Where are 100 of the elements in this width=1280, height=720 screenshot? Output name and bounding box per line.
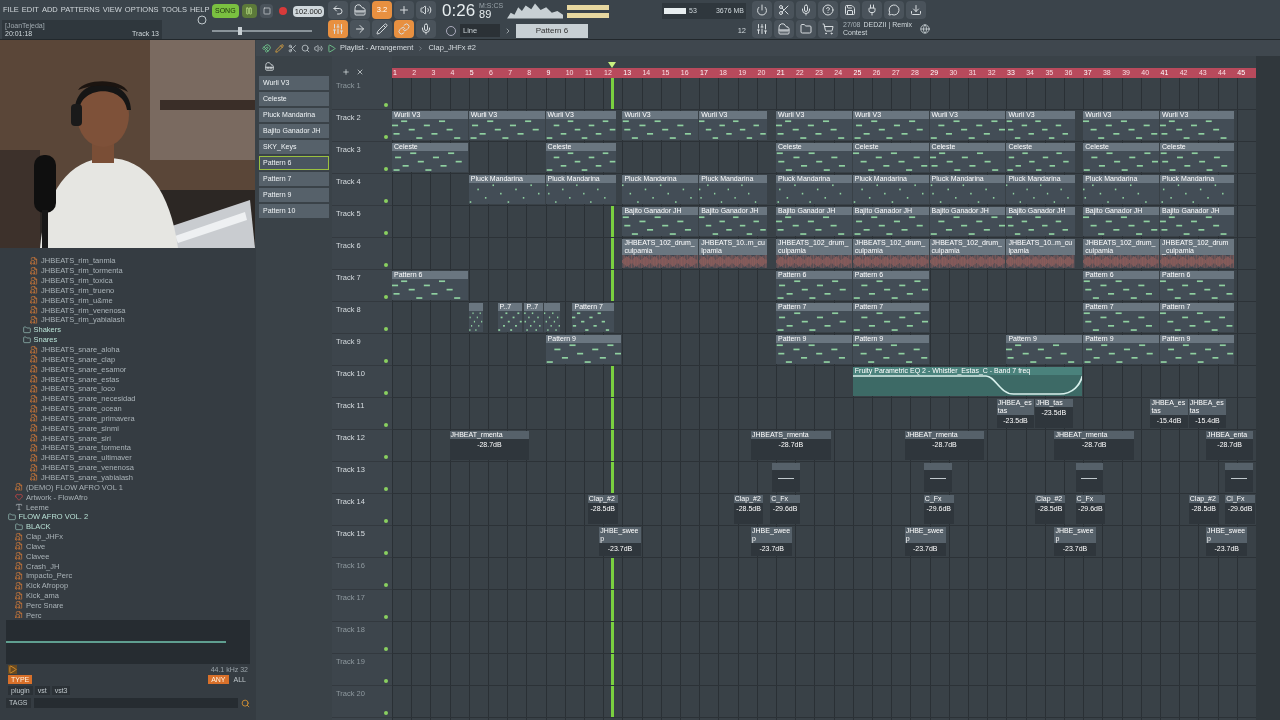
- folder-icon: [22, 325, 31, 334]
- notes-drawing: [699, 119, 768, 140]
- notes-drawing: [468, 311, 484, 332]
- arrow-button[interactable]: [350, 20, 370, 39]
- save-icon: [844, 3, 856, 16]
- mixer-icon: [756, 23, 768, 36]
- record-icon: [279, 7, 288, 16]
- pattern-selector[interactable]: Pattern 6: [516, 23, 588, 38]
- sample-clip[interactable]: [1225, 463, 1254, 492]
- speaker-icon[interactable]: [314, 43, 323, 53]
- vertical-scrollbar[interactable]: [1256, 56, 1280, 720]
- add-track-icon[interactable]: [342, 68, 350, 76]
- link-button[interactable]: [394, 20, 414, 39]
- pencil-icon[interactable]: [275, 43, 284, 53]
- notes-drawing: [545, 151, 616, 172]
- pencil-button[interactable]: [372, 20, 392, 39]
- play-icon[interactable]: [8, 665, 17, 674]
- close-icon[interactable]: [356, 68, 364, 76]
- magnet-icon[interactable]: [262, 43, 271, 53]
- pencil-icon: [376, 23, 388, 36]
- master-pitch-slider[interactable]: [212, 26, 312, 35]
- playhead-line[interactable]: [610, 78, 614, 110]
- playhead-line[interactable]: [610, 206, 614, 302]
- mixer-button[interactable]: [752, 20, 772, 39]
- save-button[interactable]: [840, 0, 860, 19]
- sample-line-drawing: [778, 478, 795, 479]
- slider-thumb[interactable]: [237, 26, 242, 35]
- text-file-icon: [15, 503, 23, 511]
- download-button[interactable]: [906, 0, 926, 19]
- audio-file-icon: [15, 483, 23, 492]
- help-icon: [822, 3, 834, 16]
- mic-button[interactable]: [416, 20, 436, 39]
- piano-icon: [778, 23, 790, 36]
- notes-drawing: [524, 311, 543, 332]
- keyboard-button[interactable]: [350, 0, 370, 19]
- waveform-drawing: [1006, 255, 1075, 268]
- plug-icon: [866, 3, 878, 16]
- power-icon: [756, 3, 768, 16]
- piano-icon[interactable]: [265, 61, 274, 71]
- arrow-icon: [354, 23, 366, 36]
- sample-clip[interactable]: [772, 463, 800, 492]
- scissors-icon: [778, 3, 790, 16]
- pattern-clip[interactable]: [543, 303, 560, 332]
- level-meter-drawing: [567, 4, 610, 18]
- notes-drawing: [545, 119, 616, 140]
- sample-line-drawing: [1081, 478, 1098, 479]
- playhead-line[interactable]: [610, 558, 614, 718]
- cart-icon: [822, 23, 834, 36]
- sliders-button[interactable]: [328, 20, 348, 39]
- folder-icon: [22, 335, 31, 344]
- loop-icon: [332, 3, 344, 16]
- play-icon[interactable]: [327, 43, 336, 53]
- search-icon[interactable]: [241, 698, 250, 708]
- piano-button[interactable]: [774, 20, 794, 39]
- keyboard-icon: [354, 3, 366, 16]
- folder-button[interactable]: [796, 20, 816, 39]
- time-display: 0:26: [442, 2, 476, 21]
- waveform-drawing: [699, 255, 768, 268]
- folder-icon: [7, 512, 16, 521]
- heart-icon: [15, 493, 23, 502]
- pause-button[interactable]: [241, 4, 257, 19]
- mic-icon: [420, 23, 432, 36]
- stop-icon: [262, 7, 271, 16]
- download-icon: [910, 3, 922, 16]
- loop-button[interactable]: [328, 0, 348, 19]
- cpu-graph-icon: [664, 7, 686, 14]
- oscilloscope-drawing: [507, 3, 564, 20]
- power-button[interactable]: [752, 0, 772, 19]
- link-icon: [398, 23, 410, 36]
- add-button[interactable]: [394, 0, 414, 19]
- pattern-clip[interactable]: [468, 303, 484, 332]
- globe-icon[interactable]: [920, 24, 931, 35]
- notes-drawing: [699, 215, 768, 236]
- microphone-icon: [800, 3, 812, 16]
- sample-clip[interactable]: [923, 463, 952, 492]
- notes-drawing: [497, 311, 522, 332]
- zoom-icon[interactable]: [301, 43, 310, 53]
- notes-drawing: [543, 311, 560, 332]
- plug-button[interactable]: [862, 0, 882, 19]
- playhead-line[interactable]: [610, 366, 614, 494]
- sample-line-drawing: [929, 478, 946, 479]
- speaker-button[interactable]: [416, 0, 436, 19]
- speaker-icon: [420, 3, 432, 16]
- scissors-button[interactable]: [774, 0, 794, 19]
- stop-button[interactable]: [260, 4, 274, 19]
- help-button[interactable]: [818, 0, 838, 19]
- chat-button[interactable]: [884, 0, 904, 19]
- sample-line-drawing: [1231, 478, 1248, 479]
- volume-knob-icon[interactable]: [197, 14, 207, 25]
- chevron-icon: [417, 44, 425, 52]
- sliders-icon: [332, 23, 344, 36]
- microphone-button[interactable]: [796, 0, 816, 19]
- cart-button[interactable]: [818, 20, 838, 39]
- folder-icon: [800, 23, 812, 36]
- chat-icon: [888, 3, 900, 16]
- scissors-icon[interactable]: [288, 43, 297, 53]
- add-icon: [398, 3, 410, 16]
- sample-clip[interactable]: [1075, 463, 1104, 492]
- time-centiseconds: 89: [479, 9, 493, 21]
- pause-icon: [245, 7, 254, 16]
